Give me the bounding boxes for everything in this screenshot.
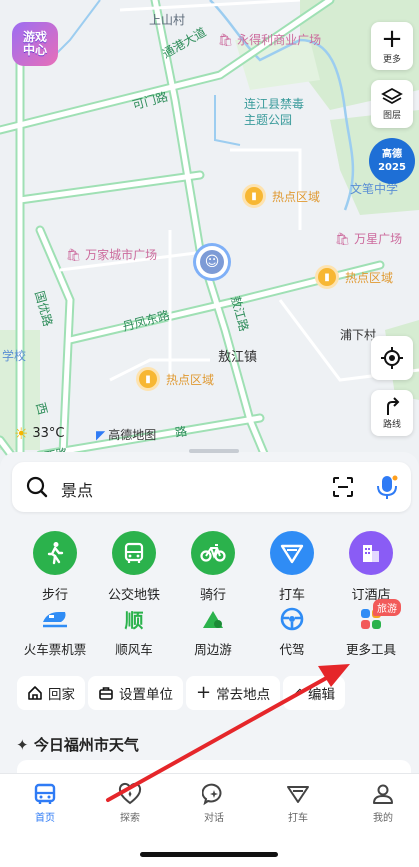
annotation-arrow	[106, 664, 350, 802]
